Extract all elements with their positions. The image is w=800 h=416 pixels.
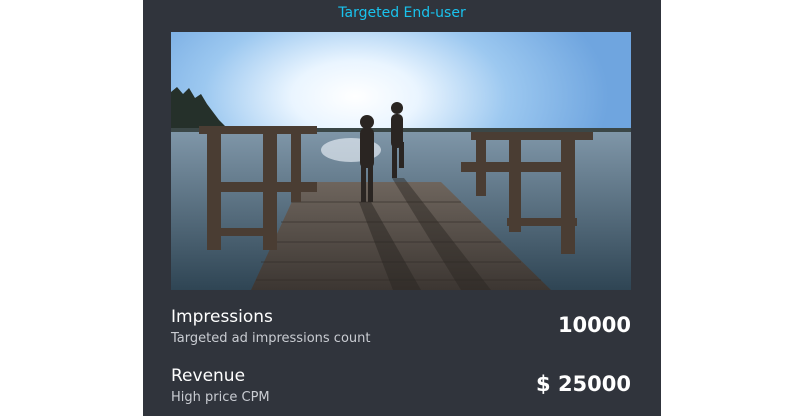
metric-label: Impressions	[171, 307, 273, 327]
metric-description: Targeted ad impressions count	[171, 331, 371, 346]
card-title: Targeted End-user	[338, 5, 466, 21]
pier-photo	[171, 32, 631, 290]
ad-card: Targeted End-user Impressions Targeted a…	[143, 0, 661, 416]
metric-label: Revenue	[171, 366, 246, 386]
hero-image	[171, 32, 631, 290]
metric-value: 10000	[557, 313, 631, 337]
metric-revenue: Revenue High price CPM $ 25000	[171, 366, 631, 410]
metric-value: $ 25000	[536, 372, 631, 396]
metric-description: High price CPM	[171, 390, 270, 405]
metric-impressions: Impressions Targeted ad impressions coun…	[171, 307, 631, 351]
